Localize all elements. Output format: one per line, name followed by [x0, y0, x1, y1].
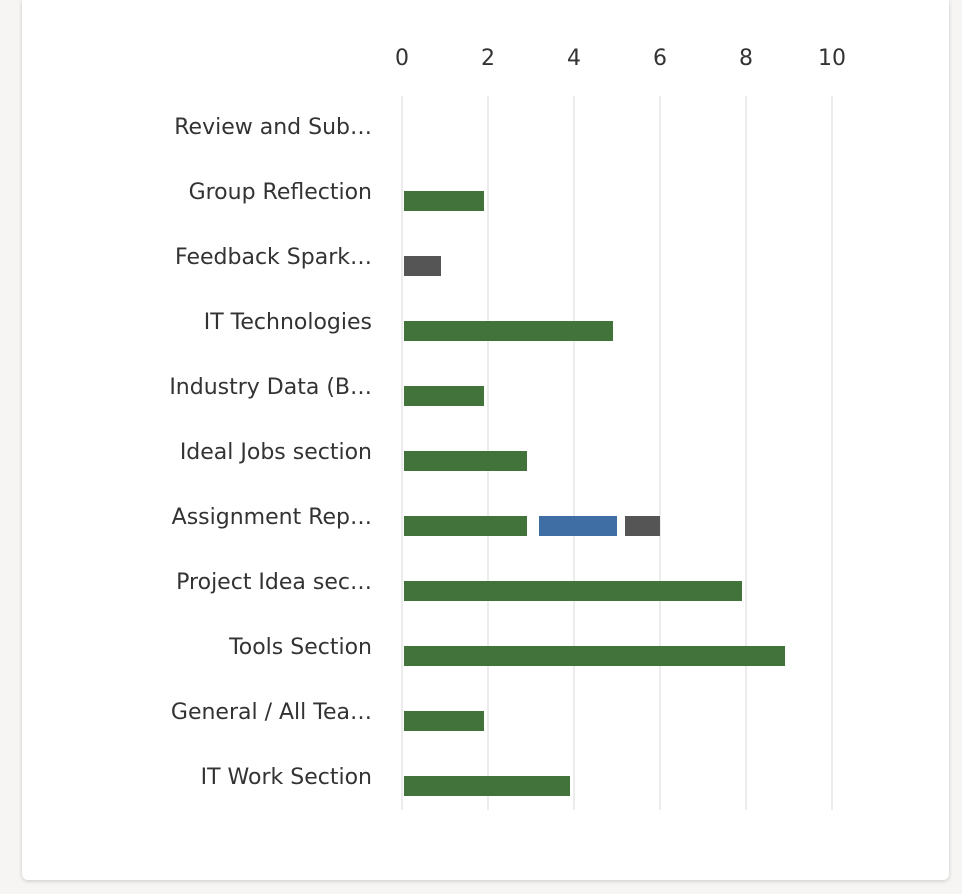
category-label: Industry Data (B…: [169, 375, 372, 400]
category-label: Tools Section: [228, 635, 372, 660]
x-tick-label: 2: [481, 46, 495, 71]
bar-series-1[interactable]: [539, 516, 617, 536]
bar-series-0[interactable]: [404, 711, 484, 731]
x-tick-label: 8: [739, 46, 753, 71]
category-label: IT Technologies: [204, 310, 372, 335]
bar-series-2[interactable]: [404, 256, 441, 276]
bar-series-0[interactable]: [404, 516, 527, 536]
bar-chart: 0 2 4 6 8 10 Review and Sub… Group Reflection F…: [169, 46, 846, 810]
chart-card: 0 2 4 6 8 10 Review and Sub… Group Reflection F…: [22, 0, 949, 880]
bar-series-0[interactable]: [404, 321, 613, 341]
bar-series-0[interactable]: [404, 191, 484, 211]
category-label: Ideal Jobs section: [180, 440, 372, 465]
x-tick-label: 0: [395, 46, 409, 71]
x-tick-label: 6: [653, 46, 667, 71]
bar-series-0[interactable]: [404, 581, 742, 601]
bar-series-0[interactable]: [404, 646, 785, 666]
category-label: Review and Sub…: [174, 115, 372, 140]
category-label: Group Reflection: [189, 180, 372, 205]
category-label: General / All Tea…: [171, 700, 372, 725]
bar-series-0[interactable]: [404, 776, 570, 796]
category-label: IT Work Section: [201, 765, 372, 790]
category-label: Feedback Spark…: [175, 245, 372, 270]
x-tick-label: 4: [567, 46, 581, 71]
category-label: Assignment Rep…: [172, 505, 372, 530]
bars: [404, 191, 785, 796]
x-axis-ticks: 0 2 4 6 8 10: [395, 46, 846, 71]
bar-series-0[interactable]: [404, 451, 527, 471]
x-tick-label: 10: [818, 46, 846, 71]
category-label: Project Idea sec…: [176, 570, 372, 595]
bar-series-2[interactable]: [625, 516, 660, 536]
category-labels: Review and Sub… Group Reflection Feedback …: [169, 115, 372, 790]
bar-series-0[interactable]: [404, 386, 484, 406]
